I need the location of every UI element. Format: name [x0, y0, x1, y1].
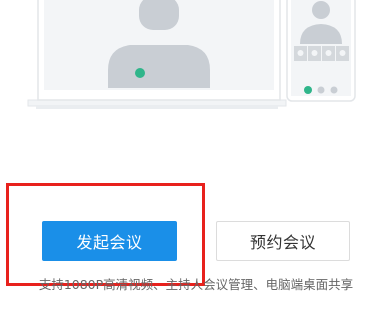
microphone-icon — [135, 68, 145, 78]
video-camera-icon — [153, 69, 161, 77]
more-icon — [190, 69, 198, 77]
phone-controls — [304, 86, 338, 94]
share-screen-icon — [172, 69, 180, 77]
feature-description: 支持1080P高清视频、主持人会议管理、电脑端桌面共享 — [38, 277, 354, 292]
laptop-screen — [37, 0, 281, 101]
meeting-illustration — [27, 0, 356, 109]
start-meeting-button[interactable]: 发起会议 — [42, 221, 177, 261]
laptop-base — [27, 99, 287, 109]
phone-device — [286, 0, 356, 102]
schedule-meeting-button[interactable]: 预约会议 — [216, 221, 350, 261]
